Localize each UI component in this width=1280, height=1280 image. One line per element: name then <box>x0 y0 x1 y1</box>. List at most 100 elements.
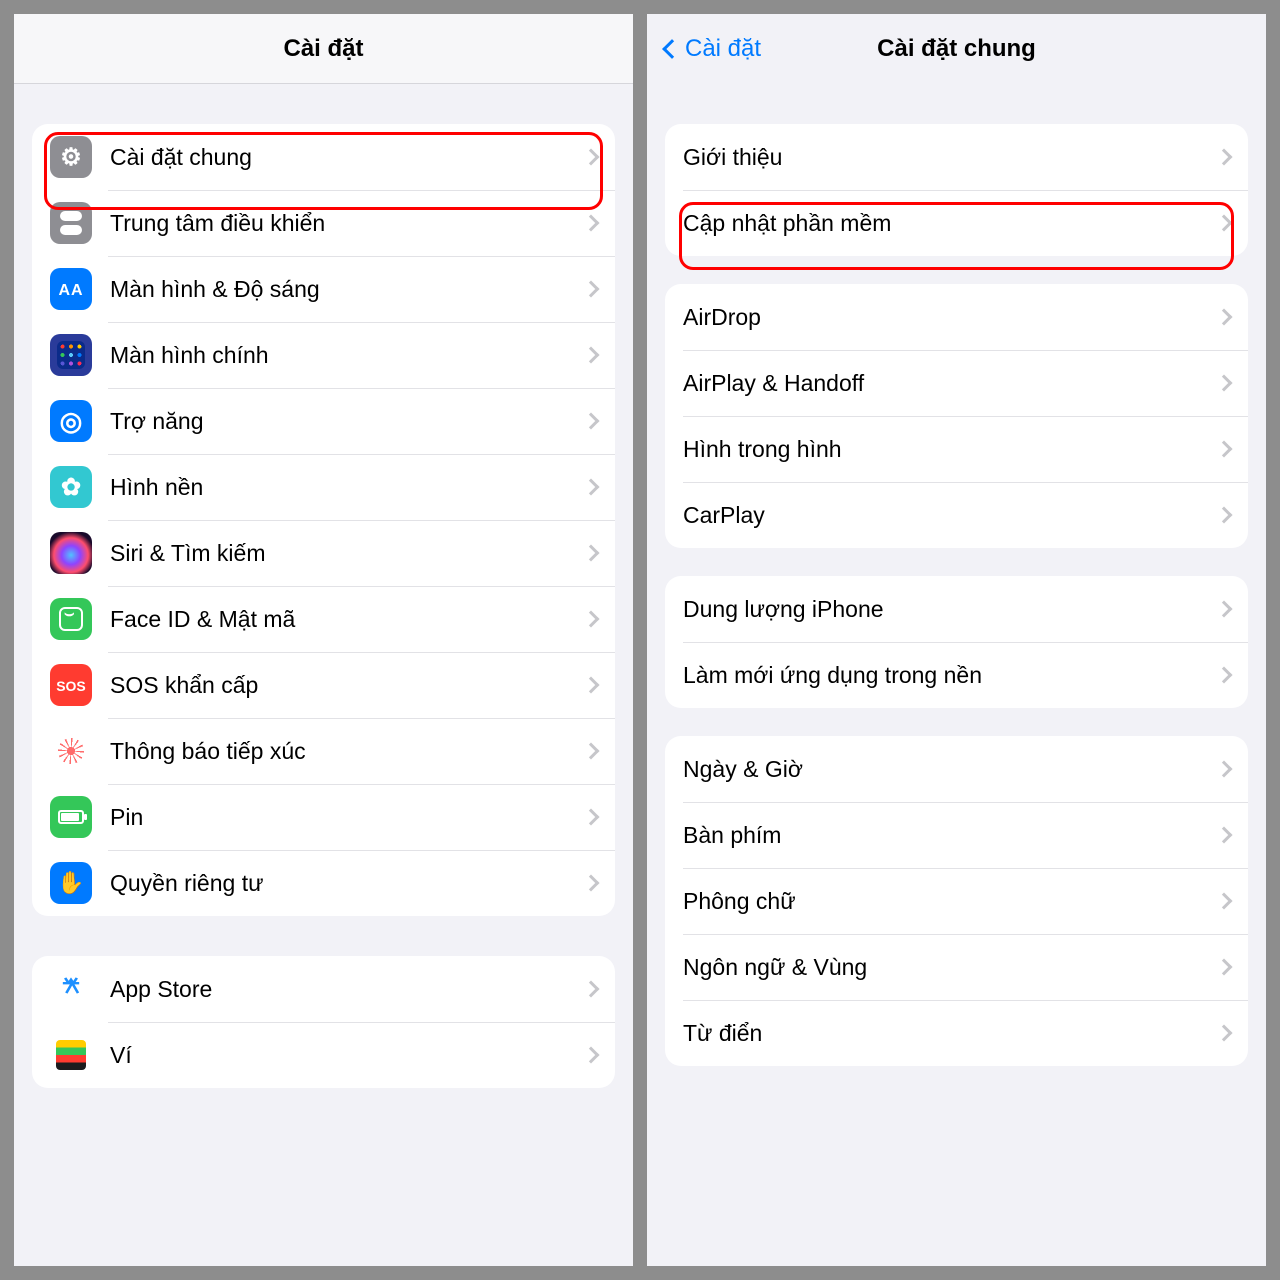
page-title: Cài đặt <box>283 35 363 63</box>
row-label: Siri & Tìm kiếm <box>110 540 585 567</box>
row-label: App Store <box>110 976 585 1003</box>
display-icon <box>50 268 92 310</box>
settings-group-2: App Store Ví <box>32 956 615 1088</box>
row-dictionary[interactable]: Từ điển <box>665 1000 1248 1066</box>
chevron-right-icon <box>583 875 600 892</box>
appstore-icon <box>50 968 92 1010</box>
row-label: Pin <box>110 804 585 831</box>
page-title: Cài đặt chung <box>877 35 1036 63</box>
row-pip[interactable]: Hình trong hình <box>665 416 1248 482</box>
row-language-region[interactable]: Ngôn ngữ & Vùng <box>665 934 1248 1000</box>
sos-icon <box>50 664 92 706</box>
home-screen-icon <box>50 334 92 376</box>
row-label: Quyền riêng tư <box>110 870 585 897</box>
back-label: Cài đặt <box>685 35 761 63</box>
chevron-right-icon <box>1216 827 1233 844</box>
chevron-right-icon <box>583 347 600 364</box>
row-label: AirDrop <box>683 304 1218 331</box>
row-label: Bàn phím <box>683 822 1218 849</box>
chevron-right-icon <box>583 809 600 826</box>
wallet-icon <box>50 1034 92 1076</box>
row-control-center[interactable]: Trung tâm điều khiển <box>32 190 615 256</box>
row-exposure[interactable]: Thông báo tiếp xúc <box>32 718 615 784</box>
row-label: Phông chữ <box>683 888 1218 915</box>
row-battery[interactable]: Pin <box>32 784 615 850</box>
wallpaper-icon <box>50 466 92 508</box>
navbar-right: Cài đặt Cài đặt chung <box>647 14 1266 84</box>
row-label: SOS khẩn cấp <box>110 672 585 699</box>
row-label: Ngày & Giờ <box>683 756 1218 783</box>
row-label: Ví <box>110 1042 585 1069</box>
general-pane: Cài đặt Cài đặt chung Giới thiệu Cập nhậ… <box>647 14 1266 1266</box>
chevron-right-icon <box>583 743 600 760</box>
faceid-icon <box>50 598 92 640</box>
back-button[interactable]: Cài đặt <box>665 35 761 63</box>
row-label: Hình nền <box>110 474 585 501</box>
row-airplay[interactable]: AirPlay & Handoff <box>665 350 1248 416</box>
gear-icon <box>50 136 92 178</box>
chevron-right-icon <box>1216 761 1233 778</box>
row-label: Trợ năng <box>110 408 585 435</box>
chevron-right-icon <box>583 1047 600 1064</box>
chevron-right-icon <box>1216 149 1233 166</box>
chevron-right-icon <box>583 479 600 496</box>
chevron-right-icon <box>1216 893 1233 910</box>
battery-icon <box>50 796 92 838</box>
privacy-icon <box>50 862 92 904</box>
chevron-right-icon <box>1216 309 1233 326</box>
chevron-right-icon <box>1216 959 1233 976</box>
chevron-right-icon <box>1216 1025 1233 1042</box>
settings-content[interactable]: Cài đặt chung Trung tâm điều khiển Màn h… <box>14 84 633 1266</box>
chevron-right-icon <box>583 545 600 562</box>
accessibility-icon <box>50 400 92 442</box>
row-about[interactable]: Giới thiệu <box>665 124 1248 190</box>
row-accessibility[interactable]: Trợ năng <box>32 388 615 454</box>
row-sos[interactable]: SOS khẩn cấp <box>32 652 615 718</box>
row-label: Dung lượng iPhone <box>683 596 1218 623</box>
row-label: Màn hình chính <box>110 342 585 369</box>
chevron-right-icon <box>1216 215 1233 232</box>
row-date-time[interactable]: Ngày & Giờ <box>665 736 1248 802</box>
row-faceid[interactable]: Face ID & Mật mã <box>32 586 615 652</box>
row-background-refresh[interactable]: Làm mới ứng dụng trong nền <box>665 642 1248 708</box>
chevron-left-icon <box>662 39 682 59</box>
settings-pane: Cài đặt Cài đặt chung Trung tâm điều khi… <box>14 14 633 1266</box>
row-label: Ngôn ngữ & Vùng <box>683 954 1218 981</box>
general-content[interactable]: Giới thiệu Cập nhật phần mềm AirDrop Air… <box>647 84 1266 1266</box>
row-wallpaper[interactable]: Hình nền <box>32 454 615 520</box>
chevron-right-icon <box>1216 667 1233 684</box>
row-label: Làm mới ứng dụng trong nền <box>683 662 1218 689</box>
row-general[interactable]: Cài đặt chung <box>32 124 615 190</box>
chevron-right-icon <box>1216 507 1233 524</box>
row-home-screen[interactable]: Màn hình chính <box>32 322 615 388</box>
chevron-right-icon <box>1216 441 1233 458</box>
chevron-right-icon <box>583 281 600 298</box>
row-airdrop[interactable]: AirDrop <box>665 284 1248 350</box>
chevron-right-icon <box>583 413 600 430</box>
row-keyboard[interactable]: Bàn phím <box>665 802 1248 868</box>
general-group-3: Dung lượng iPhone Làm mới ứng dụng trong… <box>665 576 1248 708</box>
row-siri[interactable]: Siri & Tìm kiếm <box>32 520 615 586</box>
row-label: Trung tâm điều khiển <box>110 210 585 237</box>
settings-group-1: Cài đặt chung Trung tâm điều khiển Màn h… <box>32 124 615 916</box>
chevron-right-icon <box>583 215 600 232</box>
row-label: Face ID & Mật mã <box>110 606 585 633</box>
chevron-right-icon <box>583 981 600 998</box>
row-software-update[interactable]: Cập nhật phần mềm <box>665 190 1248 256</box>
row-appstore[interactable]: App Store <box>32 956 615 1022</box>
row-wallet[interactable]: Ví <box>32 1022 615 1088</box>
row-label: Cài đặt chung <box>110 144 585 171</box>
chevron-right-icon <box>1216 375 1233 392</box>
row-label: AirPlay & Handoff <box>683 370 1218 397</box>
row-label: Thông báo tiếp xúc <box>110 738 585 765</box>
row-label: Màn hình & Độ sáng <box>110 276 585 303</box>
row-storage[interactable]: Dung lượng iPhone <box>665 576 1248 642</box>
row-label: Hình trong hình <box>683 436 1218 463</box>
general-group-1: Giới thiệu Cập nhật phần mềm <box>665 124 1248 256</box>
row-fonts[interactable]: Phông chữ <box>665 868 1248 934</box>
navbar-left: Cài đặt <box>14 14 633 84</box>
chevron-right-icon <box>1216 601 1233 618</box>
row-display[interactable]: Màn hình & Độ sáng <box>32 256 615 322</box>
row-privacy[interactable]: Quyền riêng tư <box>32 850 615 916</box>
row-carplay[interactable]: CarPlay <box>665 482 1248 548</box>
